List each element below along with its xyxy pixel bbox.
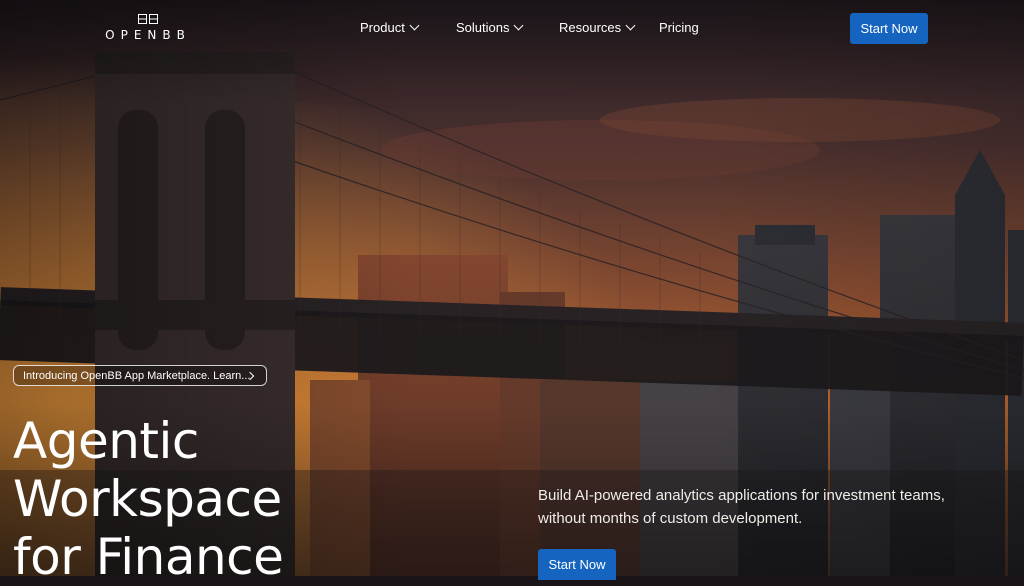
nav-item-resources[interactable]: Resources bbox=[559, 20, 636, 35]
nav-item-product[interactable]: Product bbox=[360, 20, 420, 35]
headline-line: for Finance bbox=[13, 528, 284, 586]
nav-item-solutions[interactable]: Solutions bbox=[456, 20, 524, 35]
hero-subtext: Build AI-powered analytics applications … bbox=[538, 487, 945, 527]
brand-logo[interactable]: OPENBB bbox=[96, 14, 200, 44]
announcement-text: Introducing OpenBB App Marketplace. Lear… bbox=[23, 369, 251, 382]
nav-item-label: Product bbox=[360, 20, 405, 35]
nav-item-label: Pricing bbox=[659, 20, 699, 35]
chevron-down-icon bbox=[514, 20, 524, 31]
nav-item-label: Resources bbox=[559, 20, 622, 35]
announcement-banner[interactable]: Introducing OpenBB App Marketplace. Lear… bbox=[13, 365, 267, 386]
hero-start-now-button[interactable]: Start Now bbox=[538, 549, 616, 580]
start-now-button[interactable]: Start Now bbox=[850, 13, 928, 44]
headline-line: Workspace bbox=[13, 470, 282, 528]
chevron-down-icon bbox=[625, 20, 636, 31]
hero-headline: Agentic Workspace for Finance bbox=[13, 412, 284, 586]
nav-item-pricing[interactable]: Pricing bbox=[659, 20, 699, 35]
openbb-logo-icon bbox=[138, 14, 158, 24]
nav-item-label: Solutions bbox=[456, 20, 510, 35]
brand-name: OPENBB bbox=[105, 28, 191, 42]
headline-line: Agentic bbox=[13, 412, 199, 470]
chevron-down-icon bbox=[409, 20, 420, 31]
